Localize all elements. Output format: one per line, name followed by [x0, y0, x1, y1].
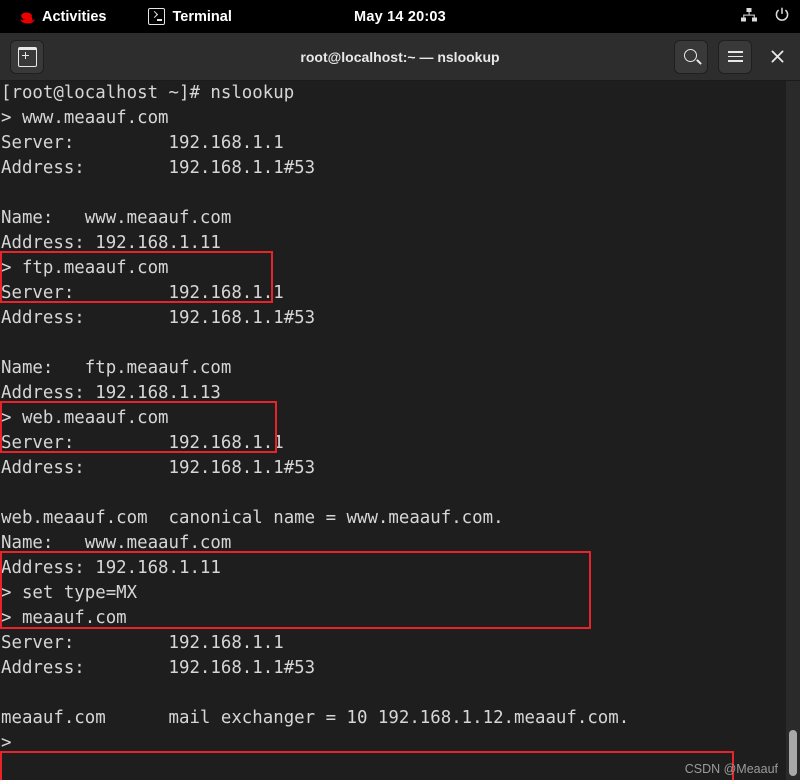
terminal-line: [root@localhost ~]# nslookup — [1, 83, 295, 103]
terminal-body[interactable]: [root@localhost ~]# nslookup > www.meaauf… — [0, 81, 800, 780]
close-icon — [771, 50, 783, 63]
terminal-window: root@localhost:~ — nslookup [root@localh… — [0, 33, 800, 780]
search-button[interactable] — [674, 39, 708, 74]
terminal-line: > meaauf.com — [1, 608, 127, 628]
titlebar-actions — [674, 39, 792, 74]
gnome-top-bar: Activities Terminal May 14 20:03 — [0, 0, 800, 33]
terminal-line: Name: www.meaauf.com — [1, 533, 232, 553]
terminal-line: > web.meaauf.com — [1, 408, 169, 428]
watermark: CSDN @Meaauf — [684, 762, 778, 776]
hamburger-menu-icon — [727, 51, 743, 63]
terminal-line: meaauf.com mail exchanger = 10 192.168.1… — [1, 708, 630, 728]
terminal-line: Address: 192.168.1.1#53 — [1, 158, 316, 178]
terminal-line: Address: 192.168.1.11 — [1, 233, 221, 253]
activities-button[interactable]: Activities — [8, 0, 116, 33]
terminal-line: web.meaauf.com canonical name = www.meaa… — [1, 508, 504, 528]
terminal-line: Name: ftp.meaauf.com — [1, 358, 232, 378]
terminal-output: [root@localhost ~]# nslookup > www.meaauf… — [0, 81, 629, 756]
terminal-line: Server: 192.168.1.1 — [1, 433, 284, 453]
activities-label: Activities — [42, 8, 107, 25]
terminal-line: Server: 192.168.1.1 — [1, 633, 284, 653]
terminal-line: Address: 192.168.1.1#53 — [1, 458, 316, 478]
terminal-line: Name: www.meaauf.com — [1, 208, 232, 228]
app-menu-terminal[interactable]: Terminal — [138, 0, 241, 33]
new-tab-icon — [17, 46, 37, 67]
terminal-line: Server: 192.168.1.1 — [1, 133, 284, 153]
menu-button[interactable] — [718, 39, 752, 74]
terminal-line: > www.meaauf.com — [1, 108, 169, 128]
terminal-icon — [148, 8, 166, 25]
terminal-line: > set type=MX — [1, 583, 138, 603]
wired-network-icon[interactable] — [741, 7, 757, 26]
terminal-line: Address: 192.168.1.11 — [1, 558, 221, 578]
scrollbar-thumb[interactable] — [789, 730, 797, 776]
window-titlebar: root@localhost:~ — nslookup — [0, 33, 800, 81]
new-tab-button[interactable] — [10, 39, 44, 74]
scrollbar[interactable] — [786, 81, 800, 780]
power-icon[interactable] — [774, 7, 790, 27]
system-tray[interactable] — [741, 7, 790, 27]
search-icon — [683, 49, 697, 62]
terminal-line: Address: 192.168.1.13 — [1, 383, 221, 403]
clock[interactable]: May 14 20:03 — [0, 9, 800, 25]
terminal-line: > — [1, 733, 12, 753]
terminal-line: Address: 192.168.1.1#53 — [1, 658, 316, 678]
clock-label: May 14 20:03 — [354, 8, 446, 25]
terminal-line: Server: 192.168.1.1 — [1, 283, 284, 303]
redhat-logo-icon — [18, 10, 35, 24]
terminal-line: > ftp.meaauf.com — [1, 258, 169, 278]
app-menu-label: Terminal — [172, 8, 232, 25]
terminal-line: Address: 192.168.1.1#53 — [1, 308, 316, 328]
close-button[interactable] — [762, 42, 792, 72]
